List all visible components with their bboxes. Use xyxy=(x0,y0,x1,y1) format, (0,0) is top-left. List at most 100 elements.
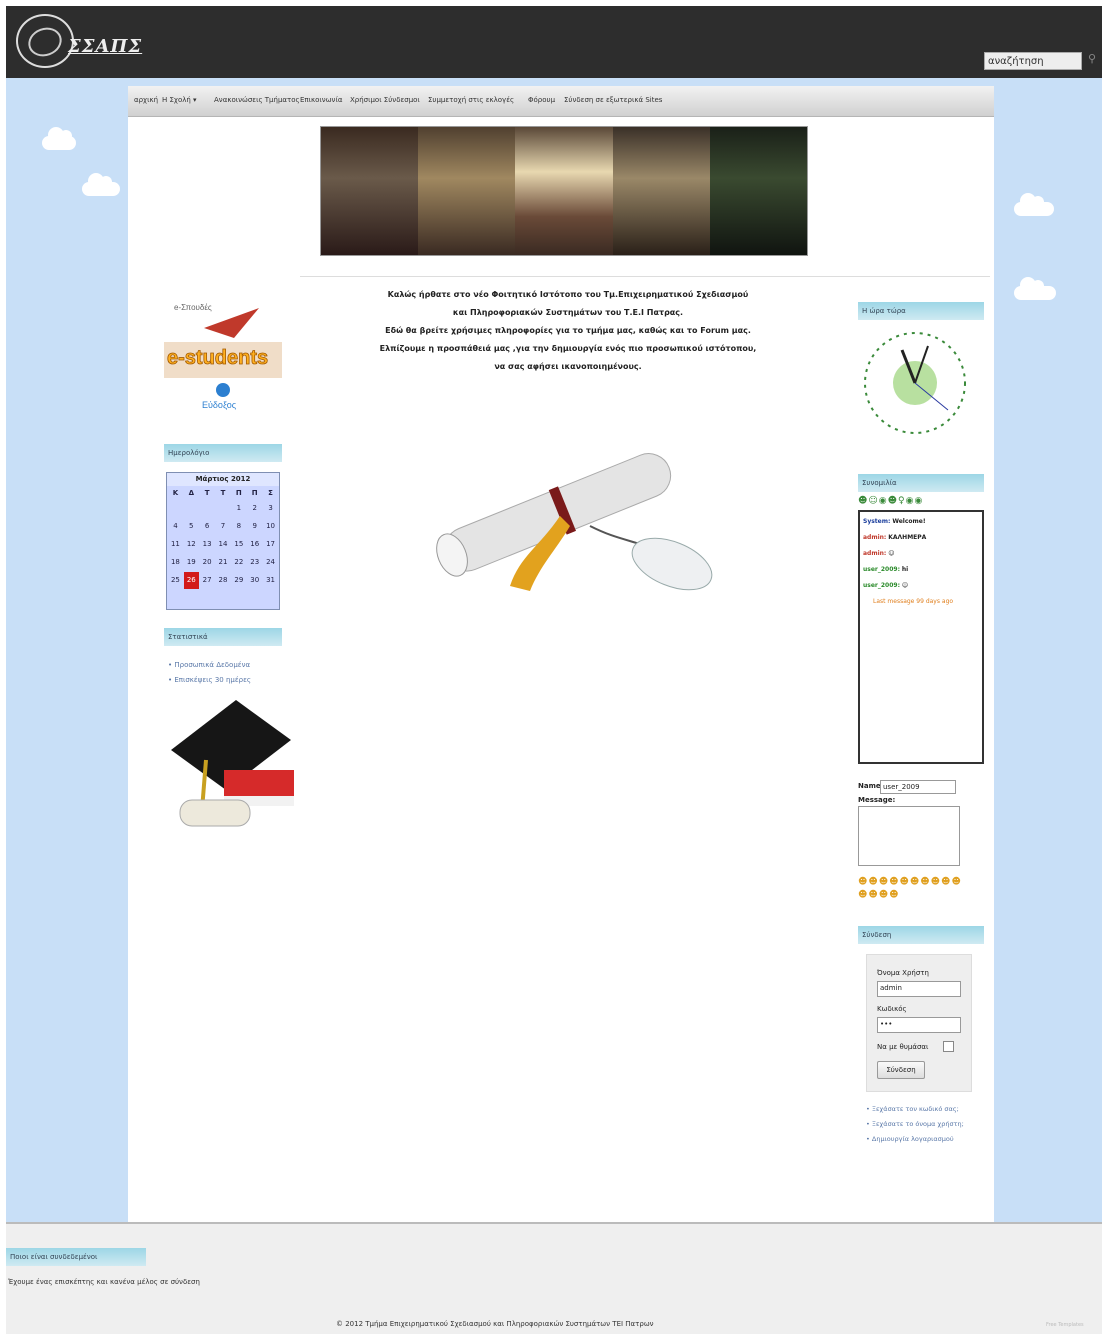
stats-link[interactable]: • Επισκέψεις 30 ημέρες xyxy=(168,673,251,688)
calendar-day[interactable]: 6 xyxy=(200,518,215,535)
calendar-day[interactable]: 8 xyxy=(231,518,246,535)
site-logo-icon[interactable] xyxy=(16,14,74,68)
cloud-decoration xyxy=(82,173,120,196)
forgot-password-link[interactable]: • Ξεχάσατε τον κωδικό σας; xyxy=(866,1102,966,1117)
nav-item-school[interactable]: Η Σχολή ▾ xyxy=(162,96,197,104)
password-label: Κωδικός xyxy=(877,1005,907,1013)
forgot-username-link[interactable]: • Ξεχάσατε το όνομα χρήστη; xyxy=(866,1117,966,1132)
login-links: • Ξεχάσατε τον κωδικό σας; • Ξεχάσατε το… xyxy=(866,1102,966,1147)
shout-line: user_2009: ☺ xyxy=(863,582,909,589)
calendar-weekday: Τ xyxy=(204,489,210,497)
search-input[interactable]: αναζήτηση xyxy=(984,52,1082,70)
stats-link[interactable]: • Προσωπικά Δεδομένα xyxy=(168,658,251,673)
calendar-weekday: Τ xyxy=(220,489,226,497)
calendar-day xyxy=(216,500,231,517)
calendar-day[interactable]: 14 xyxy=(216,536,231,553)
nav-item-home[interactable]: αρχική xyxy=(134,96,158,104)
calendar-day[interactable]: 9 xyxy=(247,518,262,535)
calendar-weekday: Π xyxy=(251,489,258,497)
nav-item-announcements[interactable]: Ανακοινώσεις Τμήματος xyxy=(214,96,300,104)
search-icon[interactable]: ⚲ xyxy=(1088,52,1096,65)
calendar-weekday: Δ xyxy=(188,489,194,497)
header: ΣΣΑΠΣ αναζήτηση ⚲ xyxy=(6,6,1102,78)
nav-item-links[interactable]: Χρήσιμοι Σύνδεσμοι xyxy=(350,96,420,104)
calendar-day[interactable]: 16 xyxy=(247,536,262,553)
emoticon-picker[interactable]: ☻☻☻☻☻☻☻☻☻☻ ☻☻☻☻ xyxy=(858,876,968,902)
welcome-line: να σας αφήσει ικανοποιημένους. xyxy=(494,362,642,371)
calendar-day[interactable]: 22 xyxy=(231,554,246,571)
calendar-day xyxy=(200,500,215,517)
calendar-day[interactable]: 25 xyxy=(168,572,183,589)
message-textarea[interactable] xyxy=(858,806,960,866)
calendar-day[interactable]: 27 xyxy=(200,572,215,589)
clock-icon xyxy=(864,332,966,434)
shoutbox-messages: System: Welcome! admin: ΚΑΛΗΜΕΡΑ admin: … xyxy=(858,510,984,764)
calendar-day[interactable]: 29 xyxy=(231,572,246,589)
login-form: Όνομα Χρήστη admin Κωδικός ••• Να με θυμ… xyxy=(866,954,972,1092)
calendar-day[interactable]: 21 xyxy=(216,554,231,571)
calendar-widget: Μάρτιος 2012 Κ Δ Τ Τ Π Π Σ 1 2 3 4 5 6 7 8 9 10 11 12 13 14 1… xyxy=(166,472,280,610)
login-button[interactable]: Σύνδεση xyxy=(877,1061,925,1079)
username-input[interactable]: admin xyxy=(877,981,961,997)
cloud-decoration xyxy=(1014,193,1054,216)
calendar-day[interactable]: 18 xyxy=(168,554,183,571)
e-students-logo[interactable]: e-Σπουδές e-students Εύδοξος xyxy=(164,298,282,412)
calendar-day[interactable]: 28 xyxy=(216,572,231,589)
auditorium-banner-image xyxy=(320,126,808,256)
calendar-day[interactable]: 11 xyxy=(168,536,183,553)
nav-item-elections[interactable]: Συμμετοχή στις εκλογές xyxy=(428,96,514,104)
calendar-day[interactable]: 30 xyxy=(247,572,262,589)
calendar-day[interactable]: 17 xyxy=(263,536,278,553)
corner-credit[interactable]: Free Templates xyxy=(1046,1322,1084,1328)
calendar-day[interactable]: 23 xyxy=(247,554,262,571)
welcome-line: Εδώ θα βρείτε χρήσιμες πληροφορίες για τ… xyxy=(385,326,751,335)
site-logo-text[interactable]: ΣΣΑΠΣ xyxy=(68,36,142,57)
page: ΣΣΑΠΣ αναζήτηση ⚲ αρχική Η Σχολή ▾ Ανακο… xyxy=(6,6,1102,1334)
nav-item-external[interactable]: Σύνδεση σε εξωτερικά Sites xyxy=(564,96,662,104)
calendar-day[interactable]: 2 xyxy=(247,500,262,517)
calendar-day[interactable]: 5 xyxy=(184,518,199,535)
graduation-cap-image xyxy=(171,700,294,827)
main-menu: αρχική Η Σχολή ▾ Ανακοινώσεις Τμήματος Ε… xyxy=(128,86,994,117)
welcome-line: Ελπίζουμε η προσπάθειά μας ,για την δημι… xyxy=(379,344,757,353)
remember-checkbox[interactable] xyxy=(943,1041,954,1052)
smiley-toolbar[interactable]: ☻☺◉☻♀◉◉ xyxy=(858,496,923,506)
calendar-day[interactable]: 26 xyxy=(183,572,199,589)
calendar-day[interactable]: 24 xyxy=(263,554,278,571)
eudoxos-label: Εύδοξος xyxy=(202,400,237,410)
stats-block-title: Στατιστικά xyxy=(164,628,282,646)
clock-block-title: Η ώρα τώρα xyxy=(858,302,984,320)
calendar-day[interactable]: 4 xyxy=(168,518,183,535)
shout-line: admin: ΚΑΛΗΜΕΡΑ xyxy=(863,534,927,541)
calendar-day[interactable]: 7 xyxy=(216,518,231,535)
calendar-day[interactable]: 10 xyxy=(263,518,278,535)
calendar-day[interactable]: 13 xyxy=(200,536,215,553)
stats-links: • Προσωπικά Δεδομένα • Επισκέψεις 30 ημέ… xyxy=(168,658,251,688)
e-students-label: e-students xyxy=(167,347,268,369)
calendar-day[interactable]: 20 xyxy=(200,554,215,571)
calendar-day[interactable]: 3 xyxy=(263,500,278,517)
shoutbox-block-title: Συνομιλία xyxy=(858,474,984,492)
name-input[interactable]: user_2009 xyxy=(880,780,956,794)
calendar-day[interactable]: 31 xyxy=(263,572,278,589)
calendar-weekday: Σ xyxy=(268,489,273,497)
shout-line: user_2009: hi xyxy=(863,566,909,573)
copyright-text: © 2012 Τμήμα Επιχειρηματικού Σχεδιασμού … xyxy=(336,1320,654,1328)
username-label: Όνομα Χρήστη xyxy=(877,969,929,977)
remember-label: Να με θυμάσαι xyxy=(877,1043,929,1051)
calendar-day[interactable]: 15 xyxy=(231,536,246,553)
welcome-text: Καλώς ήρθατε στο νέο Φοιτητικό Ιστότοπο … xyxy=(328,286,808,376)
create-account-link[interactable]: • Δημιουργία λογαριασμού xyxy=(866,1132,966,1147)
cloud-decoration xyxy=(42,127,76,150)
calendar-day[interactable]: 12 xyxy=(184,536,199,553)
nav-item-contact[interactable]: Επικοινωνία xyxy=(300,96,342,104)
calendar-day xyxy=(168,500,183,517)
diploma-mouse-image xyxy=(436,453,713,591)
online-text: Έχουμε ένας επισκέπτης και κανένα μέλος … xyxy=(8,1278,200,1286)
calendar-block-title: Ημερολόγιο xyxy=(164,444,282,462)
nav-item-forum[interactable]: Φόρουμ xyxy=(528,96,555,104)
password-input[interactable]: ••• xyxy=(877,1017,961,1033)
calendar-day[interactable]: 19 xyxy=(184,554,199,571)
calendar-day[interactable]: 1 xyxy=(231,500,246,517)
calendar-month: Μάρτιος 2012 xyxy=(167,473,279,486)
